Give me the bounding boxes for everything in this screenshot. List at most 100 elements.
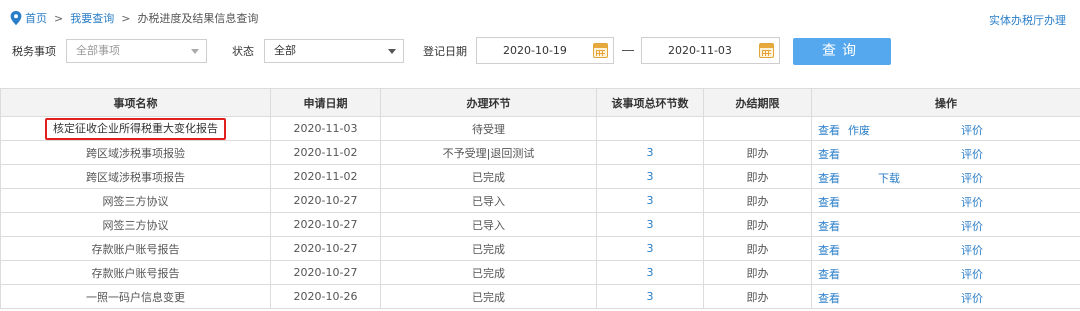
highlighted-item-name: 核定征收企业所得税重大变化报告 [45, 117, 226, 140]
breadcrumb-current: 办税进度及结果信息查询 [137, 12, 259, 25]
stage-cell: 已完成 [380, 236, 597, 261]
date-to-input[interactable]: 2020-11-03 [641, 37, 780, 64]
chevron-down-icon [388, 49, 396, 54]
download-link[interactable]: 下载 [878, 170, 900, 186]
progress-table: 事项名称 申请日期 办理环节 该事项总环节数 办结期限 操作 核定征收企业所得税… [0, 88, 1080, 309]
status-select[interactable]: 全部 [264, 39, 404, 63]
actions-cell: 查看 评价 [811, 140, 1080, 165]
stage-cell: 已完成 [380, 284, 597, 309]
view-link[interactable]: 查看 [818, 242, 840, 258]
item-name-cell: 一照一码户信息变更 [0, 284, 271, 309]
actions-cell: 查看 评价 [811, 260, 1080, 285]
total-stages-cell: 3 [596, 260, 704, 285]
deadline-cell: 即办 [703, 284, 812, 309]
rate-link[interactable]: 评价 [961, 146, 983, 162]
query-button[interactable]: 查询 [793, 38, 891, 65]
register-date-label: 登记日期 [423, 45, 467, 58]
deadline-cell: 即办 [703, 188, 812, 213]
calendar-icon[interactable] [593, 43, 608, 58]
item-name-cell: 核定征收企业所得税重大变化报告 [0, 116, 271, 141]
column-header-stage: 办理环节 [380, 88, 597, 117]
table-body: 核定征收企业所得税重大变化报告 2020-11-03 待受理 查看 作废 评价 跨区域涉税事… [0, 116, 1080, 309]
apply-date-cell: 2020-11-03 [270, 116, 381, 141]
date-from-value: 2020-10-19 [503, 44, 567, 57]
apply-date-cell: 2020-10-27 [270, 188, 381, 213]
tax-matter-value: 全部事项 [76, 44, 120, 57]
view-link[interactable]: 查看 [818, 266, 840, 282]
total-stages-cell: 3 [596, 284, 704, 309]
view-link[interactable]: 查看 [818, 194, 840, 210]
stage-cell: 已完成 [380, 164, 597, 189]
total-stages-cell: 3 [596, 188, 704, 213]
apply-date-cell: 2020-10-27 [270, 236, 381, 261]
column-header-limit: 办结期限 [703, 88, 812, 117]
table-row: 存款账户账号报告 2020-10-27 已完成 3 即办 查看 评价 [0, 260, 1080, 285]
total-stages-cell: 3 [596, 140, 704, 165]
total-stages-cell: 3 [596, 236, 704, 261]
void-link[interactable]: 作废 [848, 122, 870, 138]
table-row: 网签三方协议 2020-10-27 已导入 3 即办 查看 评价 [0, 188, 1080, 213]
deadline-cell: 即办 [703, 164, 812, 189]
deadline-cell: 即办 [703, 140, 812, 165]
deadline-cell: 即办 [703, 212, 812, 237]
status-value: 全部 [274, 44, 296, 57]
breadcrumb-separator: > [121, 11, 131, 25]
view-link[interactable]: 查看 [818, 290, 840, 306]
view-link[interactable]: 查看 [818, 218, 840, 234]
table-row: 跨区域涉税事项报告 2020-11-02 已完成 3 即办 查看 下载 评价 [0, 164, 1080, 189]
stage-cell: 已导入 [380, 212, 597, 237]
rate-link[interactable]: 评价 [961, 170, 983, 186]
status-label: 状态 [232, 45, 254, 58]
column-header-total: 该事项总环节数 [596, 88, 704, 117]
view-link[interactable]: 查看 [818, 170, 840, 186]
item-name-cell: 存款账户账号报告 [0, 236, 271, 261]
apply-date-cell: 2020-11-02 [270, 164, 381, 189]
apply-date-cell: 2020-10-27 [270, 260, 381, 285]
tax-matter-select[interactable]: 全部事项 [66, 39, 207, 63]
stage-cell: 待受理 [380, 116, 597, 141]
rate-link[interactable]: 评价 [961, 122, 983, 138]
item-name-cell: 网签三方协议 [0, 188, 271, 213]
total-stages-cell [596, 116, 704, 141]
actions-cell: 查看 评价 [811, 212, 1080, 237]
table-row: 跨区域涉税事项报验 2020-11-02 不予受理|退回测试 3 即办 查看 评价 [0, 140, 1080, 165]
actions-cell: 查看 评价 [811, 188, 1080, 213]
table-row: 网签三方协议 2020-10-27 已导入 3 即办 查看 评价 [0, 212, 1080, 237]
breadcrumb-home-link[interactable]: 首页 [25, 10, 47, 26]
breadcrumb-query-link[interactable]: 我要查询 [70, 10, 114, 26]
column-header-name: 事项名称 [0, 88, 271, 117]
date-to-value: 2020-11-03 [668, 44, 732, 57]
rate-link[interactable]: 评价 [961, 242, 983, 258]
table-row: 存款账户账号报告 2020-10-27 已完成 3 即办 查看 评价 [0, 236, 1080, 261]
date-range-separator [622, 50, 634, 51]
column-header-date: 申请日期 [270, 88, 381, 117]
stage-cell: 已导入 [380, 188, 597, 213]
apply-date-cell: 2020-10-26 [270, 284, 381, 309]
deadline-cell: 即办 [703, 236, 812, 261]
apply-date-cell: 2020-11-02 [270, 140, 381, 165]
actions-cell: 查看 评价 [811, 236, 1080, 261]
rate-link[interactable]: 评价 [961, 290, 983, 306]
table-row: 核定征收企业所得税重大变化报告 2020-11-03 待受理 查看 作废 评价 [0, 116, 1080, 141]
rate-link[interactable]: 评价 [961, 218, 983, 234]
chevron-down-icon [191, 49, 199, 54]
item-name-cell: 跨区域涉税事项报告 [0, 164, 271, 189]
total-stages-cell: 3 [596, 164, 704, 189]
breadcrumb: 首页 > 我要查询 > 办税进度及结果信息查询 [10, 10, 258, 26]
table-row: 一照一码户信息变更 2020-10-26 已完成 3 即办 查看 评价 [0, 284, 1080, 309]
filter-bar: 税务事项 全部事项 状态 全部 登记日期 2020-10-19 2020-11-… [0, 37, 1080, 65]
item-name-cell: 存款账户账号报告 [0, 260, 271, 285]
actions-cell: 查看 下载 评价 [811, 164, 1080, 189]
view-link[interactable]: 查看 [818, 146, 840, 162]
location-pin-icon [10, 11, 22, 25]
table-header-row: 事项名称 申请日期 办理环节 该事项总环节数 办结期限 操作 [0, 88, 1080, 117]
deadline-cell: 即办 [703, 260, 812, 285]
view-link[interactable]: 查看 [818, 122, 840, 138]
deadline-cell [703, 116, 812, 141]
rate-link[interactable]: 评价 [961, 194, 983, 210]
date-from-input[interactable]: 2020-10-19 [476, 37, 614, 64]
physical-hall-link[interactable]: 实体办税厅办理 [989, 12, 1066, 28]
calendar-icon[interactable] [759, 43, 774, 58]
tax-matter-label: 税务事项 [12, 45, 56, 58]
rate-link[interactable]: 评价 [961, 266, 983, 282]
